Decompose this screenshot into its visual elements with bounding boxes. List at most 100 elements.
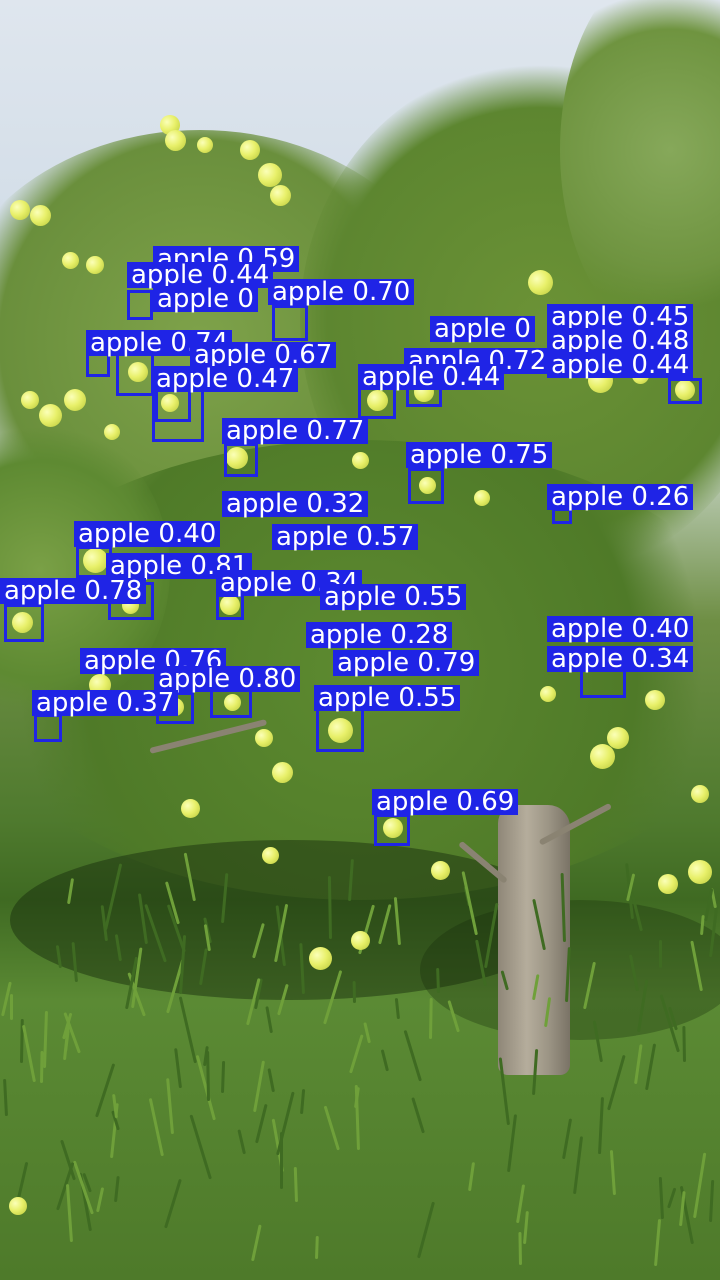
- grass-blade: [654, 1219, 662, 1267]
- grass-blade: [562, 1118, 573, 1160]
- grass-blade: [174, 1048, 182, 1089]
- apple-fruit: [21, 391, 39, 409]
- apple-fruit: [180, 798, 200, 818]
- detection-label: apple 0.40: [547, 616, 694, 642]
- grass-blade: [468, 1162, 476, 1192]
- detection-box: [4, 604, 44, 642]
- apple-fruit: [258, 163, 282, 187]
- grass-blade: [293, 1166, 298, 1203]
- grass-blade: [394, 997, 400, 1020]
- apple-fruit: [61, 251, 79, 269]
- grass-blade: [265, 1006, 273, 1034]
- grass-blade: [645, 1043, 657, 1091]
- detection-label: apple 0.47: [152, 366, 299, 392]
- detection-label: apple 0.79: [333, 650, 480, 676]
- grass-blade: [403, 1029, 422, 1082]
- detection-box: [152, 388, 204, 442]
- detection-label: apple 0.77: [222, 418, 369, 444]
- grass-blade: [363, 1022, 371, 1044]
- detection-label: apple 0.44: [358, 364, 505, 390]
- tree-trunk: [498, 805, 570, 1075]
- grass-blade: [164, 1178, 182, 1229]
- apple-fruit: [351, 451, 369, 469]
- grass-blade: [43, 1010, 48, 1069]
- grass-blade: [148, 1097, 164, 1157]
- detection-label: apple 0.69: [372, 789, 519, 815]
- detection-box: [224, 443, 258, 477]
- grass-blade: [253, 1060, 266, 1113]
- apple-fruit: [86, 256, 104, 274]
- grass-blade: [40, 1050, 44, 1084]
- grass-blade: [704, 888, 714, 922]
- detection-box: [272, 305, 308, 341]
- grass-blade: [251, 1224, 262, 1262]
- grass-blade: [667, 1187, 677, 1209]
- apple-fruit: [540, 686, 556, 702]
- grass-blade: [315, 1235, 319, 1260]
- grass-blade: [518, 1231, 522, 1266]
- grass-blade: [3, 1078, 8, 1117]
- grass-blade: [429, 997, 433, 1040]
- detection-label: apple 0.44: [547, 352, 694, 378]
- grass-blade: [267, 1068, 275, 1093]
- apple-fruit: [688, 860, 712, 884]
- detection-label: apple 0.40: [74, 521, 221, 547]
- detection-label: apple 0.80: [154, 666, 301, 692]
- detection-label: apple 0.78: [0, 578, 147, 604]
- detection-label: apple 0.57: [272, 524, 419, 550]
- apple-fruit: [9, 1197, 27, 1215]
- apple-fruit: [261, 846, 279, 864]
- grass-blade: [523, 1210, 529, 1245]
- apple-fruit: [29, 204, 51, 226]
- detection-label: apple 0.28: [306, 622, 453, 648]
- grass-blade: [276, 1091, 295, 1156]
- apple-fruit: [197, 137, 213, 153]
- apple-fruit: [658, 874, 678, 894]
- detection-label: apple 0: [430, 316, 535, 342]
- orchard-photo: apple 0.59 apple 0.44 apple 0 apple 0.70…: [0, 0, 720, 1280]
- grass-blade: [352, 980, 356, 1004]
- detection-label: apple 0: [153, 286, 258, 312]
- grass-blade: [682, 1025, 686, 1063]
- apple-fruit: [308, 946, 332, 970]
- apple-fruit: [474, 490, 490, 506]
- apple-fruit: [10, 200, 30, 220]
- apple-fruit: [607, 727, 629, 749]
- detection-label: apple 0.26: [547, 484, 694, 510]
- detection-label: apple 0.32: [222, 491, 369, 517]
- grass-blade: [189, 1114, 212, 1180]
- grass-blade: [658, 1176, 664, 1220]
- detection-label: apple 0.55: [320, 584, 467, 610]
- grass-blade: [349, 1034, 364, 1074]
- detection-box: [316, 708, 364, 752]
- grass-blade: [634, 1044, 643, 1085]
- grass-blade: [95, 1063, 116, 1118]
- grass-blade: [65, 1184, 73, 1243]
- grass-blade: [598, 1096, 604, 1155]
- detection-label: apple 0.70: [268, 279, 415, 305]
- grass-blade: [237, 1129, 246, 1155]
- detection-label: apple 0.55: [314, 685, 461, 711]
- grass-blade: [10, 994, 13, 1020]
- apple-fruit: [271, 761, 293, 783]
- detection-box: [668, 378, 702, 404]
- grass-blade: [221, 1060, 226, 1094]
- grass-blade: [411, 1097, 425, 1134]
- grass-blade: [609, 1150, 616, 1196]
- grass-blade: [255, 1103, 268, 1144]
- grass-blade: [607, 1054, 626, 1111]
- detection-label: apple 0.34: [547, 646, 694, 672]
- grass-blade: [709, 1179, 715, 1223]
- apple-fruit: [430, 860, 450, 880]
- apple-fruit: [64, 389, 86, 411]
- grass-blade: [114, 1175, 120, 1203]
- apple-fruit: [691, 785, 709, 803]
- detection-label: apple 0.75: [406, 442, 553, 468]
- apple-fruit: [527, 269, 553, 295]
- detection-label: apple 0.37: [32, 690, 179, 716]
- detection-box: [408, 468, 444, 504]
- grass-blade: [417, 1201, 435, 1259]
- grass-blade: [21, 1024, 36, 1083]
- apple-fruit: [645, 690, 665, 710]
- detection-box: [374, 814, 410, 846]
